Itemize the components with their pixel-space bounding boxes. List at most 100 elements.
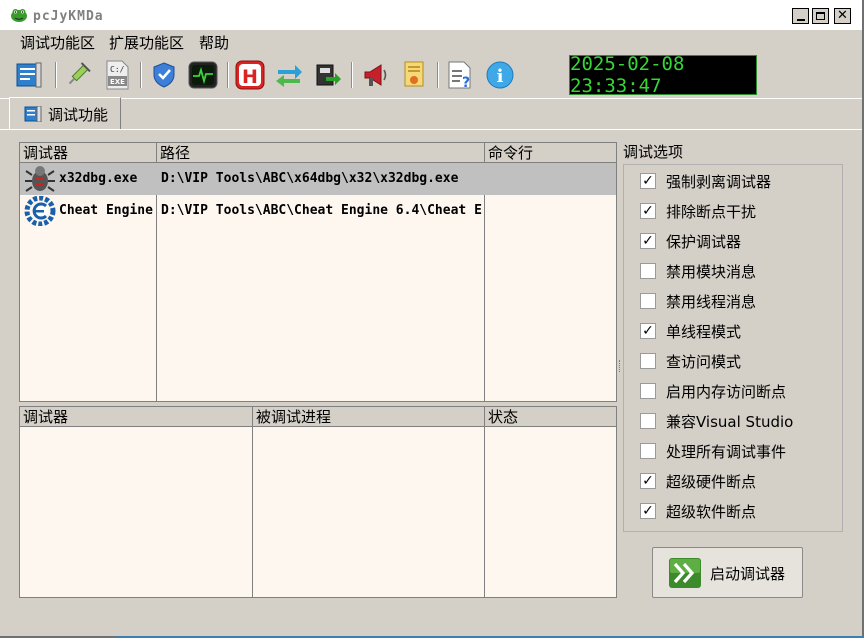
option-label: 禁用线程消息 xyxy=(666,292,757,311)
close-button[interactable]: ✕ xyxy=(834,8,851,24)
checkbox[interactable]: ✓ xyxy=(640,233,656,249)
col-process xyxy=(253,427,485,597)
bug-icon xyxy=(25,166,55,192)
option-disable-module-msg[interactable]: 禁用模块消息 xyxy=(640,260,756,282)
tab-divider xyxy=(0,129,862,130)
col-debugger xyxy=(20,427,253,597)
column-header-debugger[interactable]: 调试器 xyxy=(20,407,253,427)
table-row[interactable]: x32dbg.exe D:\VIP Tools\ABC\x64dbg\x32\x… xyxy=(20,163,616,195)
close-icon: ✕ xyxy=(837,8,848,23)
option-label: 强制剥离调试器 xyxy=(666,172,772,191)
maximize-button[interactable] xyxy=(812,8,829,24)
column-header-process[interactable]: 被调试进程 xyxy=(253,407,485,427)
option-all-debug-events[interactable]: 处理所有调试事件 xyxy=(640,440,786,462)
broadcast-button[interactable] xyxy=(359,59,391,91)
option-label: 保护调试器 xyxy=(666,232,742,251)
main-window: pcJyKMDa ✕ 调试功能区 扩展功能区 帮助 C:/ EXE H ? i … xyxy=(0,0,864,638)
option-label: 超级硬件断点 xyxy=(666,472,757,491)
row-debugger-path: D:\VIP Tools\ABC\x64dbg\x32\x32dbg.exe xyxy=(161,171,459,186)
checkbox[interactable]: ✓ xyxy=(640,503,656,519)
window-title: pcJyKMDa xyxy=(33,9,104,24)
checkbox[interactable] xyxy=(640,353,656,369)
title-bar: pcJyKMDa ✕ xyxy=(0,0,862,30)
protect-button[interactable] xyxy=(148,59,180,91)
cheat-engine-icon xyxy=(24,196,56,226)
certificate-button[interactable] xyxy=(398,59,430,91)
options-group: ✓ 强制剥离调试器 ✓ 排除断点干扰 ✓ 保护调试器 禁用模块消息 禁用线程消息 ✓ 单… xyxy=(623,164,843,532)
option-access-mode[interactable]: 查访问模式 xyxy=(640,350,741,372)
monitor-pulse-icon xyxy=(188,61,218,89)
panel-splitter[interactable] xyxy=(619,360,622,372)
checkbox[interactable] xyxy=(640,443,656,459)
syringe-icon xyxy=(68,62,91,85)
column-header-cmd[interactable]: 命令行 xyxy=(485,143,616,163)
row-debugger-name: x32dbg.exe xyxy=(59,171,138,186)
svg-text:i: i xyxy=(497,66,504,87)
column-header-status[interactable]: 状态 xyxy=(485,407,616,427)
process-table[interactable]: 调试器 被调试进程 状态 xyxy=(19,406,617,598)
monitor-button[interactable] xyxy=(187,59,219,91)
exe-file-icon: C:/ EXE xyxy=(106,60,129,90)
row-debugger-path: D:\VIP Tools\ABC\Cheat Engine 6.4\Cheat … xyxy=(161,203,483,218)
folder-arrow-button[interactable] xyxy=(312,59,344,91)
column-header-debugger[interactable]: 调试器 xyxy=(20,143,157,163)
tab-debug-label: 调试功能 xyxy=(48,106,109,124)
option-exclude-breakpoint[interactable]: ✓ 排除断点干扰 xyxy=(640,200,756,222)
svg-text:H: H xyxy=(242,66,258,88)
option-disable-thread-msg[interactable]: 禁用线程消息 xyxy=(640,290,756,312)
option-single-thread[interactable]: ✓ 单线程模式 xyxy=(640,320,741,342)
app-frog-icon xyxy=(11,9,27,22)
help-doc-button[interactable]: ? xyxy=(444,59,476,91)
menu-debug[interactable]: 调试功能区 xyxy=(20,32,95,53)
table-row[interactable]: Cheat Engine D:\VIP Tools\ABC\Cheat Engi… xyxy=(20,195,616,227)
option-label: 启用内存访问断点 xyxy=(666,382,787,401)
hook-button[interactable]: H xyxy=(234,59,266,91)
option-label: 禁用模块消息 xyxy=(666,262,757,281)
tab-doc-icon xyxy=(24,106,42,122)
checkbox[interactable]: ✓ xyxy=(640,473,656,489)
start-debugger-button[interactable]: 启动调试器 xyxy=(652,547,803,598)
options-title: 调试选项 xyxy=(623,143,684,161)
menu-bar: 调试功能区 扩展功能区 帮助 xyxy=(0,30,862,52)
inject-button[interactable] xyxy=(62,59,94,91)
tab-debug[interactable]: 调试功能 xyxy=(9,97,121,129)
column-header-path[interactable]: 路径 xyxy=(157,143,485,163)
checkbox[interactable] xyxy=(640,413,656,429)
swap-button[interactable] xyxy=(273,59,305,91)
help-doc-icon: ? xyxy=(448,61,471,90)
certificate-icon xyxy=(404,61,424,87)
exe-button[interactable]: C:/ EXE xyxy=(101,59,133,91)
option-label: 排除断点干扰 xyxy=(666,202,757,221)
forward-arrows-icon xyxy=(669,558,701,588)
debugger-table[interactable]: x32dbg.exe D:\VIP Tools\ABC\x64dbg\x32\x… xyxy=(19,142,617,402)
settings-doc-button[interactable] xyxy=(14,59,46,91)
checkbox[interactable]: ✓ xyxy=(640,203,656,219)
option-memory-breakpoint[interactable]: 启用内存访问断点 xyxy=(640,380,786,402)
option-label: 兼容Visual Studio xyxy=(666,412,794,431)
menu-extend[interactable]: 扩展功能区 xyxy=(109,32,184,53)
about-button[interactable]: i xyxy=(484,59,516,91)
start-debugger-label: 启动调试器 xyxy=(710,565,786,583)
checkbox[interactable] xyxy=(640,383,656,399)
info-icon: i xyxy=(486,61,514,89)
checkbox[interactable]: ✓ xyxy=(640,173,656,189)
clock-display: 2025-02-08 23:33:47 xyxy=(569,53,757,97)
col-status xyxy=(485,427,616,597)
option-super-hw-breakpoint[interactable]: ✓ 超级硬件断点 xyxy=(640,470,756,492)
megaphone-icon xyxy=(364,64,387,86)
checkbox[interactable]: ✓ xyxy=(640,323,656,339)
option-super-sw-breakpoint[interactable]: ✓ 超级软件断点 xyxy=(640,500,756,522)
h-badge-icon: H xyxy=(235,60,265,90)
checkbox[interactable] xyxy=(640,293,656,309)
checkbox[interactable] xyxy=(640,263,656,279)
shield-icon xyxy=(153,62,175,88)
menu-help[interactable]: 帮助 xyxy=(199,32,229,53)
svg-text:C:/: C:/ xyxy=(110,65,125,74)
settings-doc-icon xyxy=(16,62,42,88)
option-force-strip[interactable]: ✓ 强制剥离调试器 xyxy=(640,170,771,192)
minimize-button[interactable] xyxy=(792,8,809,24)
toolbar: C:/ EXE H ? i 2025-02-08 23:33:47 xyxy=(0,52,862,99)
maximize-icon xyxy=(816,12,825,20)
option-protect-debugger[interactable]: ✓ 保护调试器 xyxy=(640,230,741,252)
option-vs-compat[interactable]: 兼容Visual Studio xyxy=(640,410,793,432)
